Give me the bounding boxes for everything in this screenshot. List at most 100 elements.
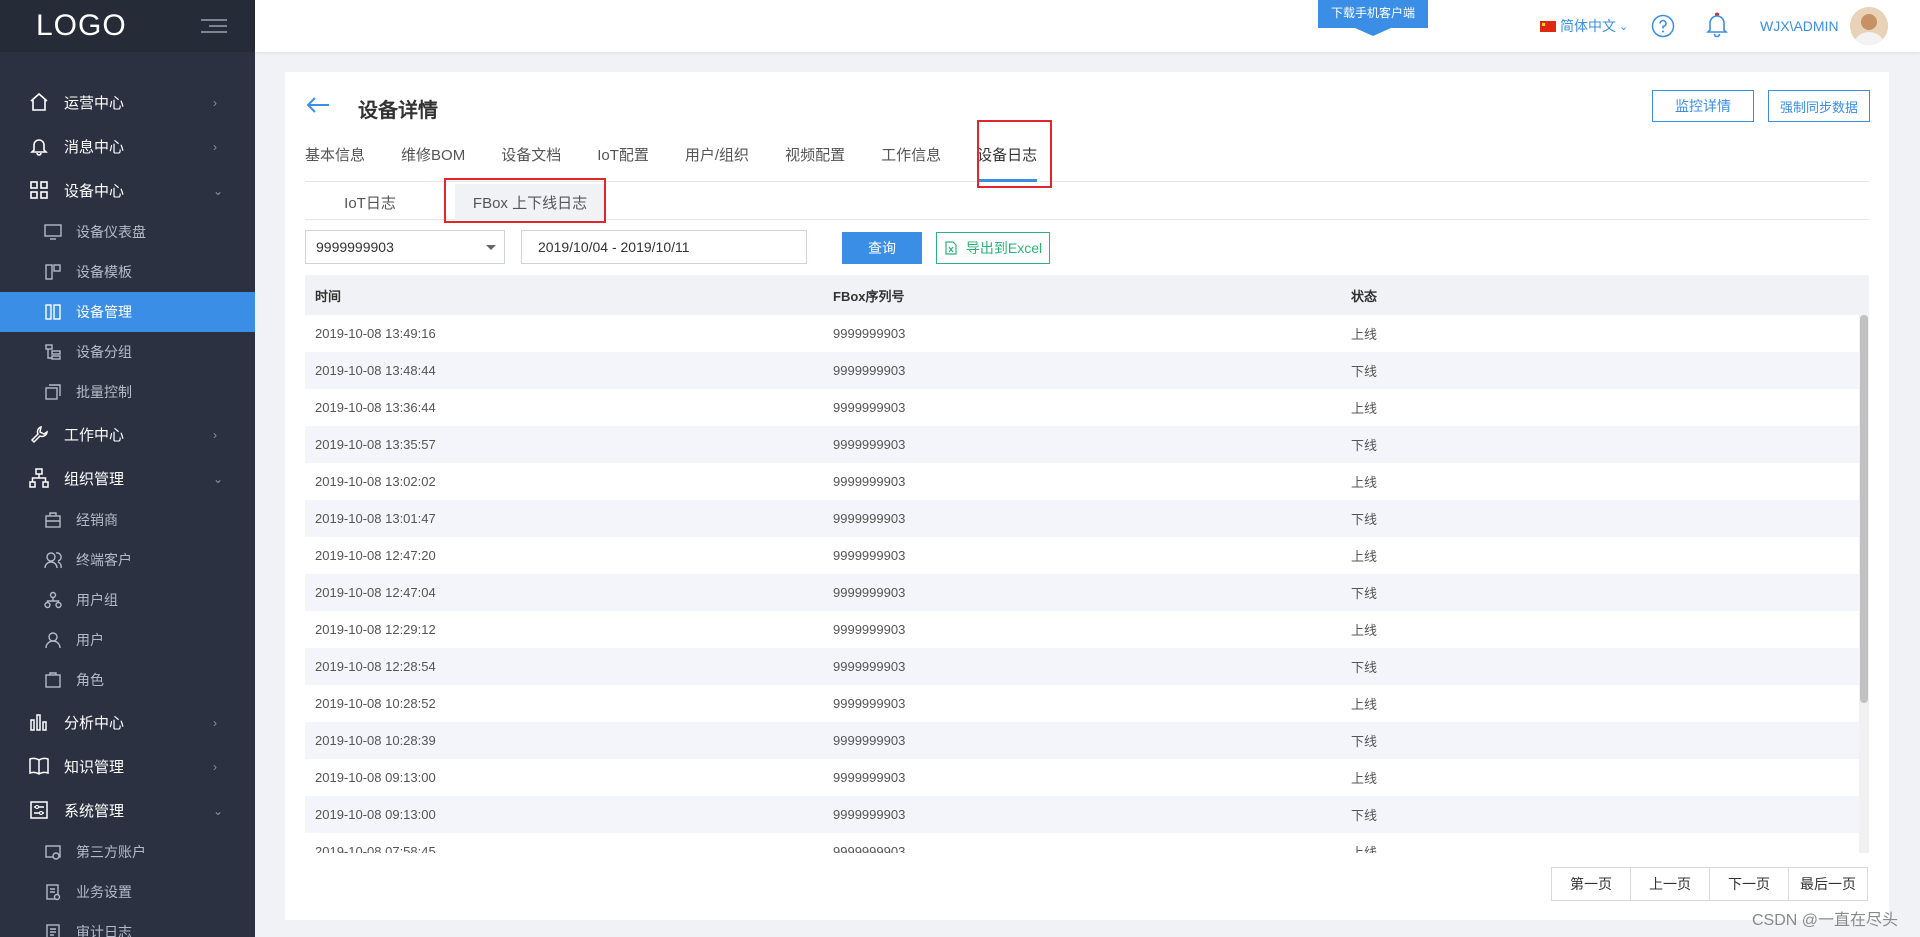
detail-tabs: 基本信息 维修BOM 设备文档 IoT配置 用户/组织 视频配置 工作信息 设备…	[305, 138, 1869, 182]
time-cell: 2019-10-08 09:13:00	[315, 770, 436, 785]
sidebar-sub-dealers[interactable]: 经销商	[0, 500, 255, 540]
sidebar-sub-third-party[interactable]: 第三方账户	[0, 832, 255, 872]
time-cell: 2019-10-08 13:49:16	[315, 326, 436, 341]
date-range-input[interactable]: 2019/10/04 - 2019/10/11	[521, 230, 807, 264]
sidebar-item-work[interactable]: 工作中心 ›	[0, 412, 255, 456]
scrollbar-thumb[interactable]	[1860, 315, 1868, 703]
user-name[interactable]: WJX\ADMIN	[1760, 18, 1839, 34]
chevron-down-icon: ⌄	[213, 804, 224, 818]
serial-cell: 9999999903	[833, 844, 906, 853]
status-cell: 下线	[1351, 586, 1378, 601]
table-row[interactable]: 2019-10-08 13:36:44 9999999903 上线	[305, 389, 1869, 426]
chart-icon	[28, 711, 50, 733]
sidebar-item-system[interactable]: 系统管理 ⌄	[0, 788, 255, 832]
status-cell: 上线	[1351, 623, 1378, 638]
monitor-details-button[interactable]: 监控详情	[1652, 90, 1754, 122]
sidebar-item-analytics[interactable]: 分析中心 ›	[0, 700, 255, 744]
subtab-iot-log[interactable]: IoT日志	[305, 184, 435, 220]
status-cell: 上线	[1351, 697, 1378, 712]
avatar[interactable]	[1850, 7, 1888, 45]
table-row[interactable]: 2019-10-08 10:28:39 9999999903 下线	[305, 722, 1869, 759]
table-row[interactable]: 2019-10-08 13:49:16 9999999903 上线	[305, 315, 1869, 352]
chevron-down-icon: ⌄	[213, 184, 224, 198]
force-sync-button[interactable]: 强制同步数据	[1768, 90, 1870, 122]
column-header-time[interactable]: 时间	[305, 275, 823, 315]
table-row[interactable]: 2019-10-08 12:28:54 9999999903 下线	[305, 648, 1869, 685]
table-row[interactable]: 2019-10-08 12:47:20 9999999903 上线	[305, 537, 1869, 574]
download-app-button[interactable]: 下载手机客户端	[1318, 0, 1428, 36]
logo: LOGO	[36, 9, 127, 42]
wrench-icon	[28, 423, 50, 445]
watermark: CSDN @一直在尽头	[1752, 912, 1899, 929]
chevron-right-icon: ›	[213, 760, 217, 774]
tab-work-info[interactable]: 工作信息	[881, 138, 941, 182]
sidebar-sub-dashboard[interactable]: 设备仪表盘	[0, 212, 255, 252]
sidebar-sub-roles[interactable]: 角色	[0, 660, 255, 700]
tab-documents[interactable]: 设备文档	[501, 138, 561, 182]
tab-basic-info[interactable]: 基本信息	[305, 138, 365, 182]
sidebar-sub-users[interactable]: 用户	[0, 620, 255, 660]
table-row[interactable]: 2019-10-08 12:29:12 9999999903 上线	[305, 611, 1869, 648]
export-excel-button[interactable]: 导出到Excel	[936, 232, 1050, 264]
table-row[interactable]: 2019-10-08 09:13:00 9999999903 下线	[305, 796, 1869, 833]
language-selector[interactable]: 简体中文 ⌄	[1540, 16, 1628, 36]
sidebar-sub-audit-log[interactable]: 审计日志	[0, 912, 255, 937]
sidebar-item-devices[interactable]: 设备中心 ⌄	[0, 168, 255, 212]
sidebar-item-org[interactable]: 组织管理 ⌄	[0, 456, 255, 500]
chevron-right-icon: ›	[213, 716, 217, 730]
column-header-status[interactable]: 状态	[1341, 275, 1869, 315]
query-button[interactable]: 查询	[842, 232, 922, 264]
tab-iot-config[interactable]: IoT配置	[597, 138, 649, 182]
user-icon	[44, 631, 62, 649]
sidebar-sub-customers[interactable]: 终端客户	[0, 540, 255, 580]
table-row[interactable]: 2019-10-08 12:47:04 9999999903 下线	[305, 574, 1869, 611]
copy-icon	[44, 383, 62, 401]
menu-collapse-icon[interactable]	[201, 17, 227, 35]
device-select[interactable]: 9999999903	[305, 230, 505, 264]
back-arrow-icon[interactable]	[305, 96, 331, 114]
notification-bell-icon[interactable]	[1705, 12, 1729, 38]
sidebar-sub-device-management[interactable]: 设备管理	[0, 292, 255, 332]
table-header: 时间 FBox序列号 状态	[305, 275, 1869, 315]
home-icon	[28, 91, 50, 113]
time-cell: 2019-10-08 10:28:52	[315, 696, 436, 711]
table-row[interactable]: 2019-10-08 07:58:45 9999999903 上线	[305, 833, 1869, 853]
sidebar-item-knowledge[interactable]: 知识管理 ›	[0, 744, 255, 788]
prev-page-button[interactable]: 上一页	[1630, 867, 1710, 901]
first-page-button[interactable]: 第一页	[1551, 867, 1631, 901]
serial-cell: 9999999903	[833, 400, 906, 415]
sidebar-sub-user-groups[interactable]: 用户组	[0, 580, 255, 620]
serial-cell: 9999999903	[833, 437, 906, 452]
sidebar-sub-business-settings[interactable]: 业务设置	[0, 872, 255, 912]
column-header-serial[interactable]: FBox序列号	[823, 275, 1341, 315]
org-icon	[28, 467, 50, 489]
tab-user-org[interactable]: 用户/组织	[685, 138, 749, 182]
table-row[interactable]: 2019-10-08 13:48:44 9999999903 下线	[305, 352, 1869, 389]
table-row[interactable]: 2019-10-08 10:28:52 9999999903 上线	[305, 685, 1869, 722]
time-cell: 2019-10-08 12:29:12	[315, 622, 436, 637]
last-page-button[interactable]: 最后一页	[1788, 867, 1868, 901]
sidebar-item-messages[interactable]: 消息中心 ›	[0, 124, 255, 168]
book-icon	[28, 755, 50, 777]
time-cell: 2019-10-08 13:35:57	[315, 437, 436, 452]
time-cell: 2019-10-08 10:28:39	[315, 733, 436, 748]
settings-icon	[28, 799, 50, 821]
table-row[interactable]: 2019-10-08 13:35:57 9999999903 下线	[305, 426, 1869, 463]
table-scrollbar[interactable]	[1859, 315, 1869, 853]
sidebar-sub-batch-control[interactable]: 批量控制	[0, 372, 255, 412]
sidebar-menu: 运营中心 › 消息中心 › 设备中心 ⌄ 设备仪表盘 设备模板 设备管理 设备分…	[0, 52, 255, 937]
sidebar-sub-groups[interactable]: 设备分组	[0, 332, 255, 372]
table-row[interactable]: 2019-10-08 09:13:00 9999999903 上线	[305, 759, 1869, 796]
table-row[interactable]: 2019-10-08 13:02:02 9999999903 上线	[305, 463, 1869, 500]
status-cell: 下线	[1351, 512, 1378, 527]
group-icon	[44, 343, 62, 361]
help-icon[interactable]	[1651, 14, 1675, 38]
serial-cell: 9999999903	[833, 733, 906, 748]
tab-video-config[interactable]: 视频配置	[785, 138, 845, 182]
next-page-button[interactable]: 下一页	[1709, 867, 1789, 901]
sidebar-item-operations[interactable]: 运营中心 ›	[0, 80, 255, 124]
table-row[interactable]: 2019-10-08 13:01:47 9999999903 下线	[305, 500, 1869, 537]
sidebar-sub-templates[interactable]: 设备模板	[0, 252, 255, 292]
tab-maintenance-bom[interactable]: 维修BOM	[401, 138, 465, 182]
chevron-down-icon: ⌄	[213, 472, 224, 486]
